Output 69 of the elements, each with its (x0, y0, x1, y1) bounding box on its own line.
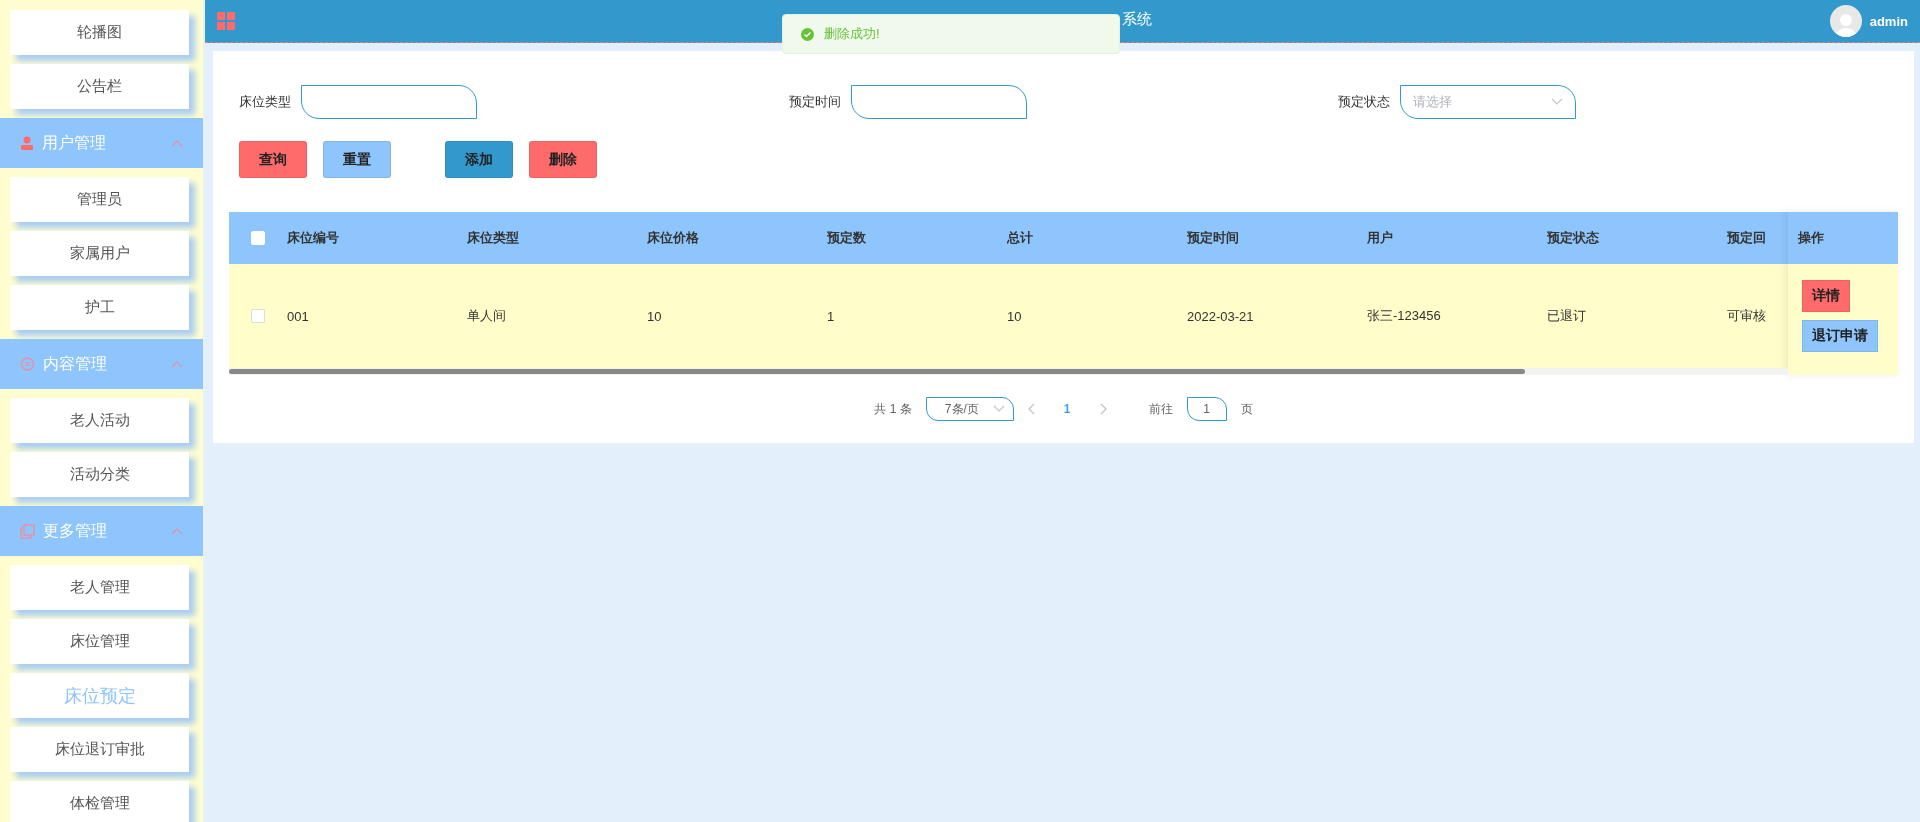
table-cell-text: 已退订 (1547, 307, 1587, 325)
menu-item[interactable]: 护工 (10, 285, 189, 330)
table-cell-text: 2022-03-21 (1187, 308, 1255, 324)
goto-label: 前往 (1148, 400, 1173, 418)
checkbox[interactable] (251, 309, 265, 323)
action-button[interactable]: 查询 (239, 141, 307, 178)
input-field[interactable] (301, 85, 477, 119)
column-header: 床位类型 (467, 229, 520, 247)
filter-label: 床位类型 (239, 93, 291, 111)
menu-item[interactable]: 老人管理 (10, 565, 189, 610)
table-cell-text: 10 (1007, 308, 1023, 324)
copy-icon (20, 523, 35, 539)
column-header: 操作 (1788, 212, 1898, 264)
menu-item[interactable]: 家属用户 (10, 231, 189, 276)
page-suffix: 页 (1240, 400, 1253, 418)
menu-group-label: 更多管理 (43, 520, 108, 541)
column-header: 预定时间 (1187, 229, 1240, 247)
row-action-button[interactable]: 详情 (1802, 280, 1850, 312)
menu-item[interactable]: 床位退订审批 (10, 727, 189, 772)
page-size-select[interactable]: 7条/页 (925, 397, 1014, 421)
person-silhouette-icon (1833, 11, 1858, 37)
column-header: 床位编号 (287, 229, 340, 247)
avatar[interactable] (1829, 5, 1862, 37)
table-cell-text: 可审核 (1727, 307, 1767, 325)
column-header: 用户 (1367, 229, 1394, 247)
column-header: 预定回 (1727, 229, 1767, 247)
table-cell-text: 单人间 (467, 307, 507, 325)
check-circle-icon (801, 27, 814, 41)
user-icon (20, 136, 34, 150)
filter-label: 预定状态 (1338, 93, 1391, 111)
row-action-button[interactable]: 退订申请 (1802, 320, 1878, 352)
select-placeholder: 请选择 (1413, 93, 1453, 111)
chevron-up-icon (171, 527, 183, 535)
column-header: 总计 (1007, 229, 1034, 247)
goto-field[interactable]: 1 (1186, 397, 1227, 421)
next-page-icon[interactable] (1098, 403, 1107, 415)
toast-message: 删除成功! (824, 25, 880, 43)
page-size-value: 7条/页 (944, 400, 979, 418)
table-cell-text: 张三-123456 (1367, 307, 1442, 325)
menu-item[interactable]: 活动分类 (10, 452, 189, 497)
action-button[interactable]: 重置 (323, 141, 391, 178)
menu-item[interactable]: 体检管理 (10, 781, 189, 822)
menu-item[interactable]: 床位管理 (10, 619, 189, 664)
menu-group-label: 内容管理 (43, 353, 108, 374)
column-header: 预定数 (827, 229, 867, 247)
column-header: 床位价格 (647, 229, 700, 247)
menu-item[interactable]: 管理员 (10, 177, 189, 222)
action-button[interactable]: 删除 (529, 141, 597, 178)
scrollbar-thumb[interactable] (229, 369, 1525, 374)
chat-icon (20, 356, 35, 372)
column-header: 预定状态 (1547, 229, 1600, 247)
grid-icon[interactable] (217, 12, 235, 30)
prev-page-icon[interactable] (1027, 403, 1036, 415)
total-count: 共 1 条 (874, 400, 912, 418)
menu-item[interactable]: 老人活动 (10, 398, 189, 443)
filter-label: 预定时间 (788, 93, 841, 111)
menu-group-label: 用户管理 (42, 132, 107, 153)
menu-item[interactable]: 轮播图 (10, 10, 189, 55)
table-cell-text: 001 (287, 308, 310, 324)
action-button[interactable]: 添加 (445, 141, 513, 178)
table-cell-text: 10 (647, 308, 663, 324)
table-cell-text: 1 (827, 308, 836, 324)
menu-item[interactable]: 公告栏 (10, 64, 189, 109)
chevron-up-icon (171, 139, 183, 147)
chevron-down-icon (992, 405, 1005, 413)
app-title: 系统 (1122, 10, 1152, 29)
chevron-down-icon (1551, 98, 1564, 106)
input-field[interactable] (850, 85, 1027, 119)
chevron-up-icon (171, 360, 183, 368)
